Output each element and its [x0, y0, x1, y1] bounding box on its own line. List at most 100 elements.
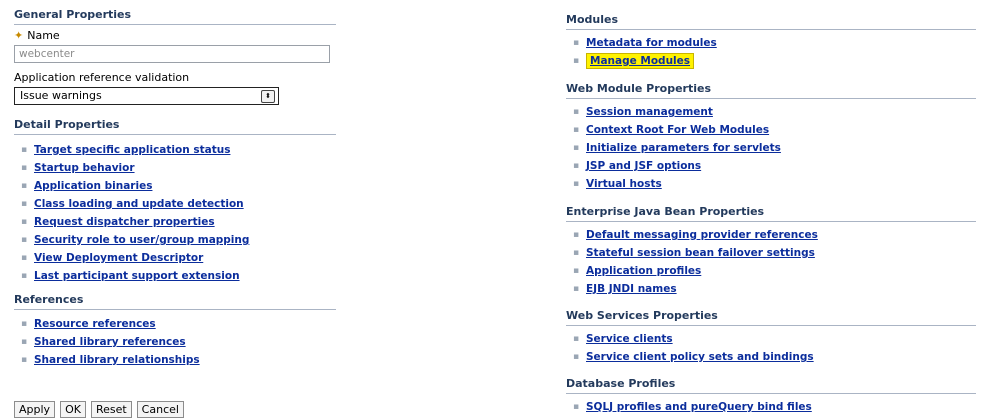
web-module-properties-title: Web Module Properties	[566, 82, 976, 99]
detail-properties-title: Detail Properties	[14, 118, 336, 135]
list-item: ▪ Manage Modules	[566, 52, 717, 70]
references-title: References	[14, 293, 336, 310]
bullet-icon: ▪	[573, 38, 580, 48]
link-view-deployment-descriptor[interactable]: View Deployment Descriptor	[34, 252, 203, 264]
ejb-properties-title: Enterprise Java Bean Properties	[566, 205, 976, 222]
link-request-dispatcher[interactable]: Request dispatcher properties	[34, 216, 215, 228]
link-shared-library-references[interactable]: Shared library references	[34, 336, 186, 348]
list-item: ▪ Request dispatcher properties	[14, 213, 249, 231]
cancel-button[interactable]: Cancel	[136, 401, 184, 418]
name-label-row: ✦ Name	[14, 29, 330, 42]
list-item: ▪ Context Root For Web Modules	[566, 121, 781, 139]
list-item: ▪ Shared library references	[14, 333, 200, 351]
select-arrows-icon: ⬍	[261, 90, 275, 103]
bullet-icon: ▪	[573, 230, 580, 240]
list-item: ▪ Service client policy sets and bindings	[566, 348, 814, 366]
bullet-icon: ▪	[573, 161, 580, 171]
list-item: ▪ Application profiles	[566, 262, 818, 280]
list-item: ▪ SQLJ profiles and pureQuery bind files	[566, 398, 812, 416]
list-item: ▪ View Deployment Descriptor	[14, 249, 249, 267]
link-last-participant-support[interactable]: Last participant support extension	[34, 270, 240, 282]
validation-value: Issue warnings	[20, 89, 102, 102]
list-item: ▪ Target specific application status	[14, 141, 249, 159]
ok-button[interactable]: OK	[60, 401, 86, 418]
link-resource-references[interactable]: Resource references	[34, 318, 156, 330]
link-service-clients[interactable]: Service clients	[586, 333, 673, 345]
references-list: ▪ Resource references ▪ Shared library ref…	[14, 315, 200, 369]
link-startup-behavior[interactable]: Startup behavior	[34, 162, 135, 174]
bullet-icon: ▪	[21, 235, 28, 245]
bullet-icon: ▪	[573, 284, 580, 294]
list-item: ▪ Metadata for modules	[566, 34, 717, 52]
link-sqlj-profiles[interactable]: SQLJ profiles and pureQuery bind files	[586, 401, 812, 413]
bullet-icon: ▪	[573, 334, 580, 344]
bullet-icon: ▪	[21, 217, 28, 227]
link-security-role-mapping[interactable]: Security role to user/group mapping	[34, 234, 249, 246]
list-item: ▪ Default messaging provider references	[566, 226, 818, 244]
required-icon: ✦	[14, 29, 24, 42]
bullet-icon: ▪	[573, 125, 580, 135]
bullet-icon: ▪	[21, 337, 28, 347]
list-item: ▪ Application binaries	[14, 177, 249, 195]
link-service-client-policy-sets[interactable]: Service client policy sets and bindings	[586, 351, 814, 363]
web-module-list: ▪ Session management ▪ Context Root For We…	[566, 103, 781, 193]
list-item: ▪ Class loading and update detection	[14, 195, 249, 213]
button-bar: Apply OK Reset Cancel	[14, 401, 189, 418]
link-stateful-session-failover[interactable]: Stateful session bean failover settings	[586, 247, 815, 259]
apply-button[interactable]: Apply	[14, 401, 56, 418]
bullet-icon: ▪	[21, 145, 28, 155]
validation-label: Application reference validation	[14, 71, 190, 84]
link-jsp-jsf-options[interactable]: JSP and JSF options	[586, 160, 701, 172]
list-item: ▪ Stateful session bean failover settings	[566, 244, 818, 262]
link-manage-modules[interactable]: Manage Modules	[586, 53, 695, 69]
database-list: ▪ SQLJ profiles and pureQuery bind files	[566, 398, 812, 416]
modules-title: Modules	[566, 13, 976, 30]
list-item: ▪ Security role to user/group mapping	[14, 231, 249, 249]
modules-list: ▪ Metadata for modules ▪ Manage Modules	[566, 34, 717, 70]
list-item: ▪ Session management	[566, 103, 781, 121]
link-initialize-parameters[interactable]: Initialize parameters for servlets	[586, 142, 781, 154]
bullet-icon: ▪	[573, 56, 580, 66]
bullet-icon: ▪	[21, 181, 28, 191]
link-application-profiles[interactable]: Application profiles	[586, 265, 701, 277]
web-services-properties-title: Web Services Properties	[566, 309, 976, 326]
bullet-icon: ▪	[21, 319, 28, 329]
bullet-icon: ▪	[21, 163, 28, 173]
bullet-icon: ▪	[573, 266, 580, 276]
general-properties-title: General Properties	[14, 8, 336, 25]
list-item: ▪ Last participant support extension	[14, 267, 249, 285]
link-class-loading[interactable]: Class loading and update detection	[34, 198, 244, 210]
bullet-icon: ▪	[573, 107, 580, 117]
database-profiles-title: Database Profiles	[566, 377, 976, 394]
validation-select[interactable]: Issue warnings ⬍	[14, 87, 279, 105]
link-default-messaging-provider[interactable]: Default messaging provider references	[586, 229, 818, 241]
list-item: ▪ Resource references	[14, 315, 200, 333]
link-session-management[interactable]: Session management	[586, 106, 713, 118]
link-shared-library-relationships[interactable]: Shared library relationships	[34, 354, 200, 366]
list-item: ▪ Shared library relationships	[14, 351, 200, 369]
list-item: ▪ Startup behavior	[14, 159, 249, 177]
reset-button[interactable]: Reset	[90, 401, 132, 418]
bullet-icon: ▪	[573, 402, 580, 412]
list-item: ▪ EJB JNDI names	[566, 280, 818, 298]
name-label: Name	[27, 29, 60, 42]
bullet-icon: ▪	[21, 355, 28, 365]
bullet-icon: ▪	[21, 253, 28, 263]
bullet-icon: ▪	[573, 352, 580, 362]
link-ejb-jndi-names[interactable]: EJB JNDI names	[586, 283, 677, 295]
list-item: ▪ Service clients	[566, 330, 814, 348]
link-target-specific-application-status[interactable]: Target specific application status	[34, 144, 230, 156]
bullet-icon: ▪	[21, 271, 28, 281]
link-context-root[interactable]: Context Root For Web Modules	[586, 124, 769, 136]
link-virtual-hosts[interactable]: Virtual hosts	[586, 178, 662, 190]
detail-properties-list: ▪ Target specific application status ▪ Sta…	[14, 141, 249, 285]
link-metadata-for-modules[interactable]: Metadata for modules	[586, 37, 717, 49]
list-item: ▪ Initialize parameters for servlets	[566, 139, 781, 157]
bullet-icon: ▪	[21, 199, 28, 209]
name-input[interactable]	[14, 45, 330, 63]
link-application-binaries[interactable]: Application binaries	[34, 180, 152, 192]
bullet-icon: ▪	[573, 248, 580, 258]
bullet-icon: ▪	[573, 143, 580, 153]
list-item: ▪ Virtual hosts	[566, 175, 781, 193]
ejb-list: ▪ Default messaging provider references ▪…	[566, 226, 818, 298]
